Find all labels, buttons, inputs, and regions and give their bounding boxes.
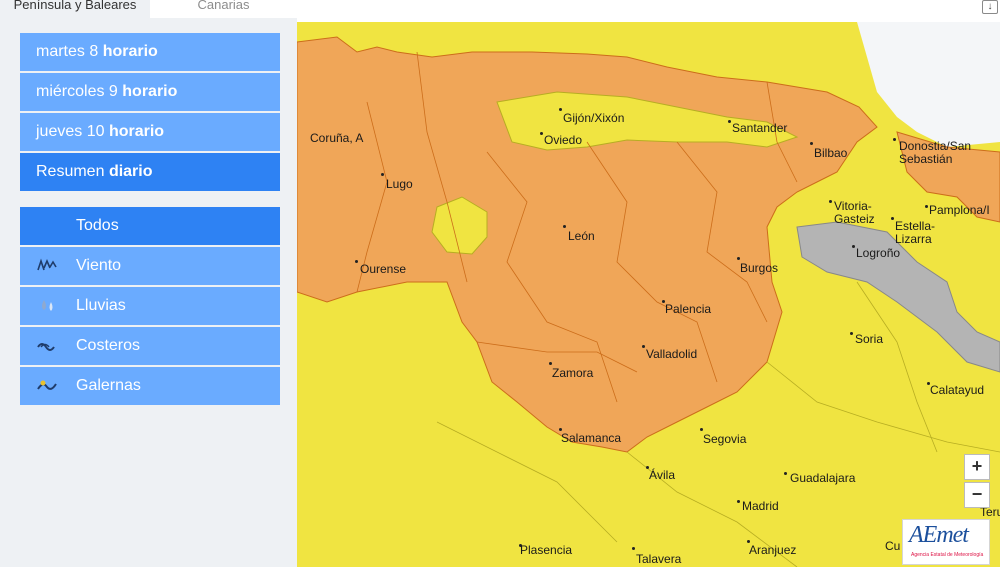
warnings-map[interactable]: Coruña, A Lugo Ourense Gijón/Xixón Ovied… xyxy=(297,22,1000,567)
city-label: Ávila xyxy=(649,468,676,482)
city-label: Donostia/San Sebastián xyxy=(899,139,972,166)
filter-gale-button[interactable]: Galernas xyxy=(20,367,280,405)
city-label: Pamplona/I xyxy=(929,203,990,217)
wind-icon xyxy=(37,258,57,271)
zoom-out-button[interactable]: − xyxy=(964,482,990,508)
city-label: Palencia xyxy=(665,302,712,316)
coastal-waves-icon xyxy=(37,343,55,351)
city-label: Vitoria-Gasteiz xyxy=(834,199,875,226)
city-label: Salamanca xyxy=(561,431,622,445)
city-label: Oviedo xyxy=(544,133,583,147)
day-mode: horario xyxy=(122,83,178,100)
city-dot xyxy=(381,173,384,176)
city-label: Madrid xyxy=(742,499,779,513)
city-dot xyxy=(737,500,740,503)
filter-all-button[interactable]: Todos xyxy=(20,207,280,245)
summary-button[interactable]: Resumen diario xyxy=(20,153,280,191)
city-label: Lugo xyxy=(386,177,413,191)
day-mode: horario xyxy=(108,123,165,140)
city-dot xyxy=(632,547,635,550)
city-label: Ourense xyxy=(360,262,407,276)
city-label: Santander xyxy=(732,121,788,135)
city-label: Plasencia xyxy=(520,543,573,557)
filter-coastal-button[interactable]: Costeros xyxy=(20,327,280,365)
logo-subtitle: Agencia Estatal de Meteorología xyxy=(911,552,984,558)
city-label: Segovia xyxy=(703,432,747,446)
summary-label: Resumen xyxy=(36,163,105,180)
zoom-in-button[interactable]: + xyxy=(964,454,990,480)
day-selector: martes 8 horario miércoles 9 horario jue… xyxy=(20,33,280,193)
day-label: jueves 10 xyxy=(36,123,105,140)
city-dot xyxy=(829,200,832,203)
map-regions xyxy=(297,22,1000,567)
map-toolbar: ↓ xyxy=(297,0,1000,22)
city-label: Guadalajara xyxy=(790,471,856,485)
filter-rain-button[interactable]: Lluvias xyxy=(20,287,280,325)
city-dot xyxy=(559,108,562,111)
filter-label: Galernas xyxy=(76,377,141,394)
city-dot xyxy=(563,225,566,228)
city-label: Logroño xyxy=(856,246,901,260)
day-mode: horario xyxy=(102,43,158,60)
download-icon[interactable]: ↓ xyxy=(982,0,998,14)
filter-label: Costeros xyxy=(76,337,141,354)
city-dot xyxy=(737,257,740,260)
city-label: Bilbao xyxy=(814,146,848,160)
city-dot xyxy=(549,362,552,365)
city-dot xyxy=(700,428,703,431)
city-label: León xyxy=(568,229,595,243)
city-label: Aranjuez xyxy=(749,543,797,557)
city-label: Zamora xyxy=(552,366,594,380)
phenomenon-filter: Todos Viento Lluvias Costeros Galernas xyxy=(20,207,280,407)
city-dot xyxy=(852,245,855,248)
gale-icon xyxy=(37,380,57,390)
filter-label: Lluvias xyxy=(76,297,126,314)
aemet-logo: AEmet Agencia Estatal de Meteorología xyxy=(902,519,990,565)
summary-mode: diario xyxy=(108,163,153,180)
city-dot xyxy=(355,260,358,263)
day-button-wednesday[interactable]: miércoles 9 horario xyxy=(20,73,280,111)
tab-canarias[interactable]: Canarias xyxy=(150,0,297,18)
sidebar: Península y Baleares Canarias martes 8 h… xyxy=(0,0,298,567)
city-label: Soria xyxy=(855,332,884,346)
rain-icon xyxy=(42,300,53,311)
day-button-thursday[interactable]: jueves 10 horario xyxy=(20,113,280,151)
city-label: Coruña, A xyxy=(310,131,364,145)
filter-label: Todos xyxy=(76,217,119,234)
city-dot xyxy=(810,142,813,145)
day-button-tuesday[interactable]: martes 8 horario xyxy=(20,33,280,71)
city-dot xyxy=(642,345,645,348)
city-dot xyxy=(893,138,896,141)
city-label: Valladolid xyxy=(646,347,698,361)
city-dot xyxy=(925,205,928,208)
city-label: Cu xyxy=(885,539,901,553)
day-label: martes 8 xyxy=(36,43,99,60)
city-dot xyxy=(850,332,853,335)
tab-peninsula[interactable]: Península y Baleares xyxy=(0,0,150,18)
city-label: Gijón/Xixón xyxy=(563,111,625,125)
day-label: miércoles 9 xyxy=(36,83,118,100)
region-tabs: Península y Baleares Canarias xyxy=(0,0,297,18)
city-label: Burgos xyxy=(740,261,779,275)
logo-wordmark: AEmet xyxy=(909,522,969,548)
city-dot xyxy=(728,120,731,123)
city-label: Talavera xyxy=(636,552,682,566)
city-dot xyxy=(540,132,543,135)
city-dot xyxy=(784,472,787,475)
city-label: Estella-Lizarra xyxy=(895,219,936,246)
city-dot xyxy=(891,217,894,220)
filter-wind-button[interactable]: Viento xyxy=(20,247,280,285)
city-label: Calatayud xyxy=(930,383,985,397)
filter-label: Viento xyxy=(76,257,122,274)
